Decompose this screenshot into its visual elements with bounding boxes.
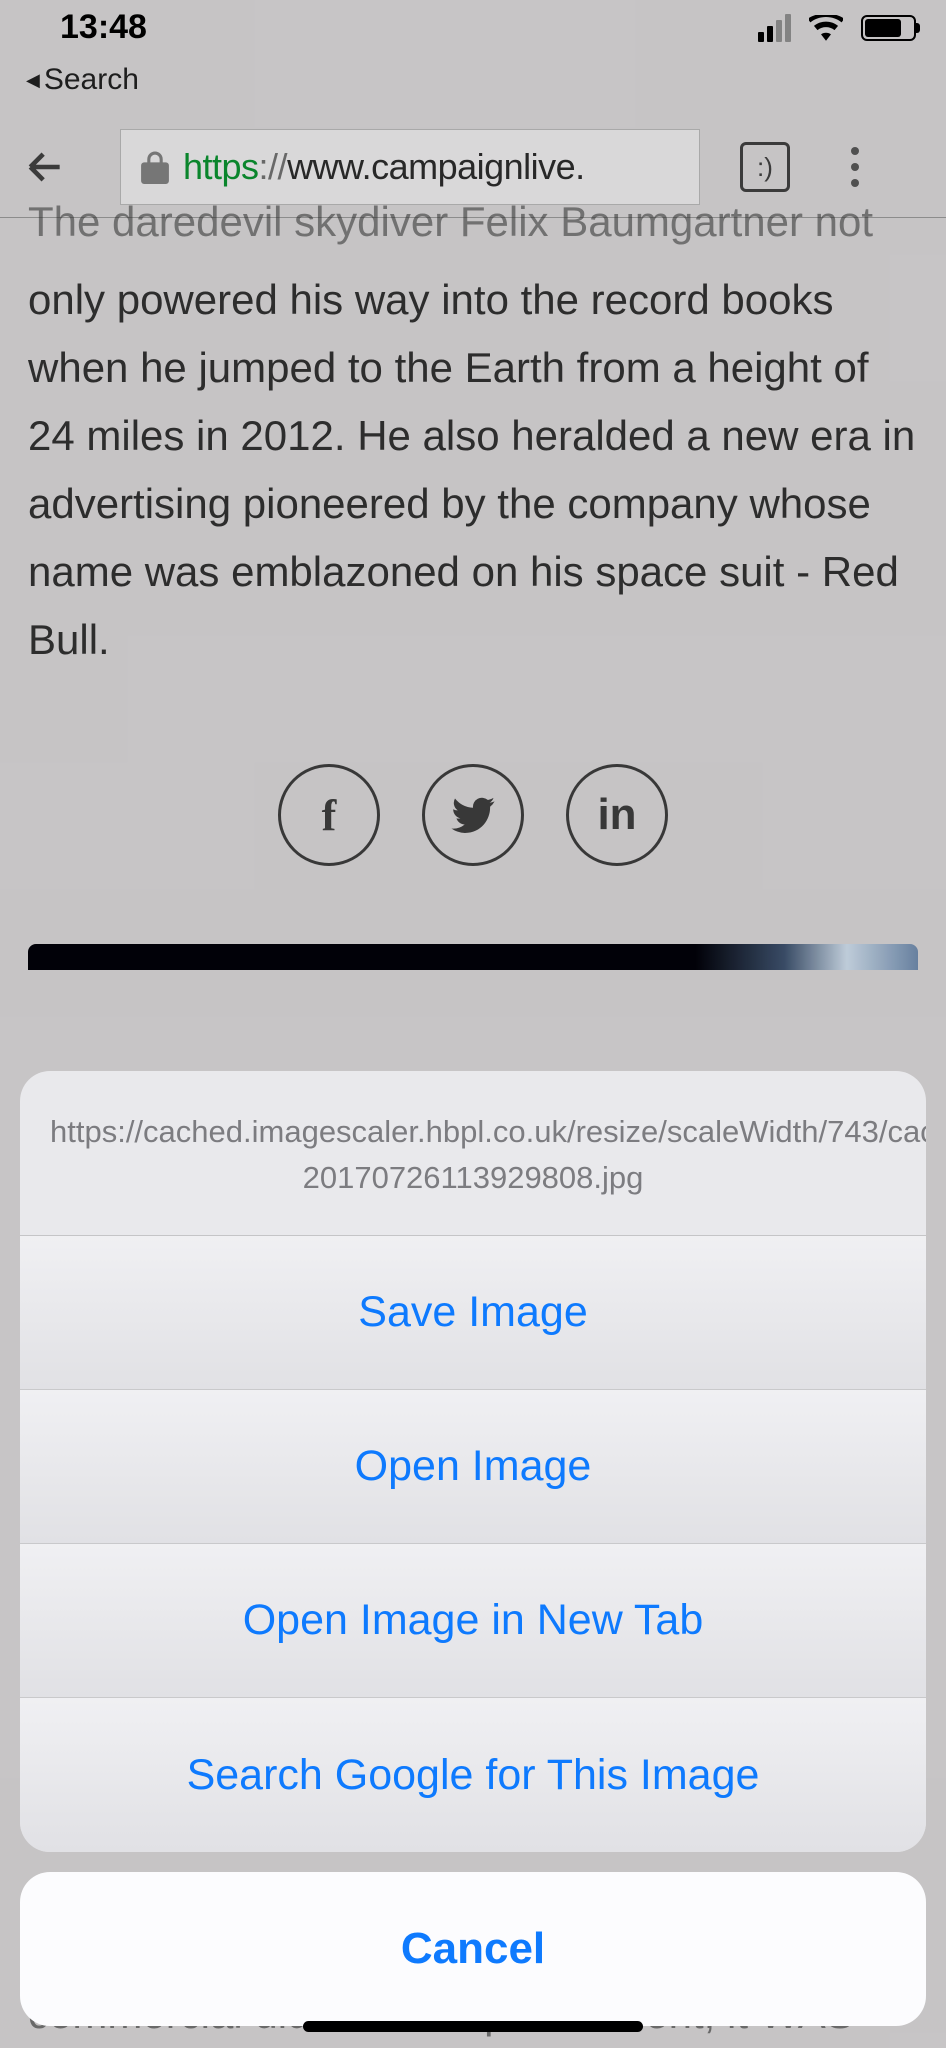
facebook-icon: f	[322, 790, 337, 841]
twitter-share-button[interactable]	[422, 764, 524, 866]
wifi-icon	[809, 15, 843, 41]
breadcrumb-label: Search	[44, 63, 139, 97]
status-icons	[758, 14, 916, 42]
menu-button[interactable]	[830, 147, 880, 187]
open-image-button[interactable]: Open Image	[20, 1390, 926, 1544]
lock-icon	[141, 150, 169, 184]
back-button[interactable]	[20, 142, 70, 192]
article-paragraph: only powered his way into the record boo…	[28, 276, 915, 663]
article-body: The daredevil skydiver Felix Baumgartner…	[0, 198, 946, 674]
save-image-button[interactable]: Save Image	[20, 1236, 926, 1390]
breadcrumb-back[interactable]: Search	[0, 55, 946, 117]
facebook-share-button[interactable]: f	[278, 764, 380, 866]
search-google-image-button[interactable]: Search Google for This Image	[20, 1698, 926, 1852]
twitter-icon	[451, 797, 495, 833]
url-text: https://www.campaignlive.	[183, 146, 585, 188]
home-indicator[interactable]	[303, 2021, 643, 2032]
action-sheet-title: https://cached.imagescaler.hbpl.co.uk/re…	[20, 1071, 926, 1236]
cancel-button[interactable]: Cancel	[20, 1872, 926, 2026]
action-sheet-main: https://cached.imagescaler.hbpl.co.uk/re…	[20, 1071, 926, 1852]
battery-icon	[861, 15, 916, 41]
social-share-row: f in	[0, 764, 946, 866]
linkedin-share-button[interactable]: in	[566, 764, 668, 866]
cellular-signal-icon	[758, 14, 791, 42]
linkedin-icon: in	[597, 790, 636, 840]
article-cut-line: The daredevil skydiver Felix Baumgartner…	[28, 188, 918, 256]
status-time: 13:48	[60, 8, 147, 47]
status-bar: 13:48	[0, 0, 946, 55]
action-sheet: https://cached.imagescaler.hbpl.co.uk/re…	[20, 1071, 926, 2026]
open-image-new-tab-button[interactable]: Open Image in New Tab	[20, 1544, 926, 1698]
article-image[interactable]	[28, 944, 918, 970]
tabs-button[interactable]: :)	[740, 142, 790, 192]
